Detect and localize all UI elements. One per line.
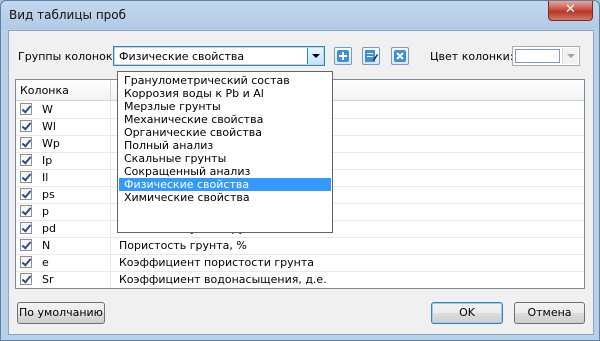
plus-icon bbox=[337, 50, 349, 62]
cancel-button[interactable]: Отмена bbox=[514, 302, 585, 324]
dropdown-option[interactable]: Полный анализ bbox=[119, 139, 331, 152]
row-checkbox[interactable] bbox=[20, 103, 32, 115]
column-header[interactable]: Колонка bbox=[20, 84, 69, 97]
column-code: Sr bbox=[42, 273, 54, 286]
groups-label: Группы колонок: bbox=[18, 50, 117, 63]
cell-divider bbox=[110, 118, 111, 135]
column-code: pd bbox=[42, 222, 56, 235]
column-description: Коэффициент пористости грунта bbox=[119, 256, 314, 269]
dropdown-option[interactable]: Органические свойства bbox=[119, 126, 331, 139]
dialog-client: Группы колонок: Физические свойства Цвет… bbox=[8, 30, 594, 335]
add-group-button[interactable] bbox=[334, 47, 352, 65]
groups-dropdown-list: Гранулометрический состав Коррозия воды к… bbox=[117, 71, 333, 233]
column-code: N bbox=[42, 239, 51, 252]
column-code: e bbox=[42, 256, 49, 269]
row-checkbox[interactable] bbox=[20, 188, 32, 200]
dropdown-option[interactable]: Мерзлые грунты bbox=[119, 100, 331, 113]
column-code: p bbox=[42, 205, 49, 218]
table-row[interactable]: N Пористость грунта, % bbox=[16, 237, 584, 255]
column-code: Il bbox=[42, 171, 49, 184]
header-divider bbox=[110, 80, 111, 100]
title-bar[interactable]: Вид таблицы проб ✕ bbox=[1, 1, 599, 29]
color-swatch bbox=[515, 49, 560, 63]
cell-divider bbox=[110, 135, 111, 152]
delete-group-button[interactable] bbox=[391, 47, 409, 65]
row-checkbox[interactable] bbox=[20, 273, 32, 285]
table-row[interactable]: Sr Коэффициент водонасыщения, д.е. bbox=[16, 271, 584, 288]
groups-combo-value: Физические свойства bbox=[119, 50, 245, 63]
dropdown-option[interactable]: Механические свойства bbox=[119, 113, 331, 126]
row-checkbox[interactable] bbox=[20, 222, 32, 234]
dropdown-option[interactable]: Коррозия воды к Pb и Al bbox=[119, 87, 331, 100]
column-code: ps bbox=[42, 188, 55, 201]
row-checkbox[interactable] bbox=[20, 137, 32, 149]
window-title: Вид таблицы проб bbox=[9, 8, 127, 22]
dropdown-option[interactable]: Скальные грунты bbox=[119, 152, 331, 165]
row-checkbox[interactable] bbox=[20, 239, 32, 251]
cell-divider bbox=[110, 152, 111, 169]
ok-button[interactable]: OK bbox=[431, 302, 503, 324]
chevron-down-icon[interactable] bbox=[562, 48, 578, 64]
column-description: Коэффициент водонасыщения, д.е. bbox=[119, 273, 327, 286]
groups-combo[interactable]: Физические свойства bbox=[113, 46, 325, 66]
default-button[interactable]: По умолчанию bbox=[17, 302, 105, 324]
edit-group-button[interactable] bbox=[362, 47, 380, 65]
table-row[interactable]: e Коэффициент пористости грунта bbox=[16, 254, 584, 272]
delete-icon bbox=[394, 50, 406, 62]
row-checkbox[interactable] bbox=[20, 120, 32, 132]
cell-divider bbox=[110, 254, 111, 271]
column-code: Ip bbox=[42, 154, 53, 167]
dropdown-option[interactable]: Гранулометрический состав bbox=[119, 74, 331, 87]
dropdown-option[interactable]: Физические свойства bbox=[119, 178, 331, 191]
dropdown-option[interactable]: Сокращенный анализ bbox=[119, 165, 331, 178]
row-checkbox[interactable] bbox=[20, 205, 32, 217]
color-label: Цвет колонки: bbox=[430, 50, 514, 63]
cell-divider bbox=[110, 271, 111, 288]
row-checkbox[interactable] bbox=[20, 154, 32, 166]
color-picker[interactable] bbox=[512, 46, 580, 66]
row-checkbox[interactable] bbox=[20, 171, 32, 183]
cell-divider bbox=[110, 237, 111, 254]
cell-divider bbox=[110, 169, 111, 186]
chevron-down-icon[interactable] bbox=[307, 48, 323, 64]
edit-icon bbox=[365, 50, 378, 62]
cell-divider bbox=[110, 203, 111, 220]
row-checkbox[interactable] bbox=[20, 256, 32, 268]
cell-divider bbox=[110, 186, 111, 203]
column-code: Wl bbox=[42, 120, 56, 133]
column-description: Пористость грунта, % bbox=[119, 239, 247, 252]
close-button[interactable]: ✕ bbox=[548, 1, 593, 21]
column-code: W bbox=[42, 103, 53, 116]
cell-divider bbox=[110, 101, 111, 118]
dropdown-option[interactable]: Химические свойства bbox=[119, 191, 331, 204]
dialog-window: Вид таблицы проб ✕ Группы колонок: Физич… bbox=[0, 0, 600, 341]
cell-divider bbox=[110, 220, 111, 237]
column-code: Wp bbox=[42, 137, 60, 150]
